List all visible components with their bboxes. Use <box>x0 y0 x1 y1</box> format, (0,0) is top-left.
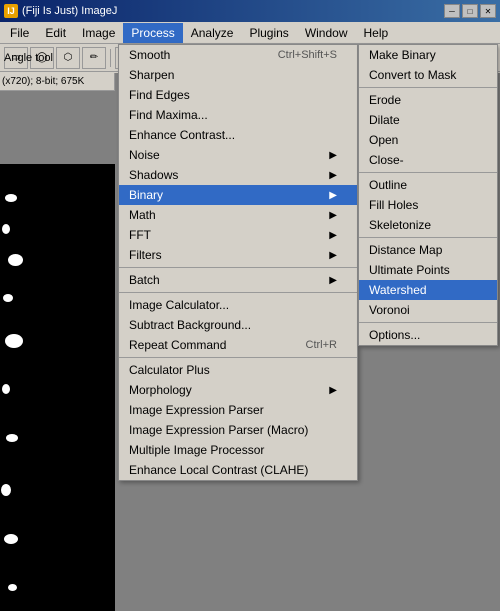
menu-file[interactable]: File <box>2 23 37 43</box>
binary-make-binary[interactable]: Make Binary <box>359 45 497 65</box>
binary-voronoi[interactable]: Voronoi <box>359 300 497 320</box>
menu-image-expr-parser[interactable]: Image Expression Parser <box>119 400 357 420</box>
binary-outline[interactable]: Outline <box>359 175 497 195</box>
maximize-button[interactable]: □ <box>462 4 478 18</box>
menu-clahe[interactable]: Enhance Local Contrast (CLAHE) <box>119 460 357 480</box>
binary-erode[interactable]: Erode <box>359 90 497 110</box>
menu-plugins[interactable]: Plugins <box>241 23 296 43</box>
menu-process[interactable]: Process <box>123 23 182 43</box>
menu-morphology[interactable]: Morphology ▶ <box>119 380 357 400</box>
binary-submenu: Make Binary Convert to Mask Erode Dilate… <box>358 44 498 346</box>
binary-separator-1 <box>359 87 497 88</box>
menu-subtract-background[interactable]: Subtract Background... <box>119 315 357 335</box>
binary-fill-holes[interactable]: Fill Holes <box>359 195 497 215</box>
binary-separator-4 <box>359 322 497 323</box>
menu-separator-3 <box>119 357 357 358</box>
status-bar: (x720); 8-bit; 675K <box>0 73 115 91</box>
binary-separator-3 <box>359 237 497 238</box>
menu-image-calculator[interactable]: Image Calculator... <box>119 295 357 315</box>
menu-help[interactable]: Help <box>356 23 397 43</box>
tool-polygon[interactable]: ⬡ <box>56 47 80 69</box>
image-canvas <box>0 164 115 611</box>
menu-analyze[interactable]: Analyze <box>183 23 242 43</box>
menu-find-maxima[interactable]: Find Maxima... <box>119 105 357 125</box>
binary-options[interactable]: Options... <box>359 325 497 345</box>
binary-convert-to-mask[interactable]: Convert to Mask <box>359 65 497 85</box>
menu-math[interactable]: Math ▶ <box>119 205 357 225</box>
binary-skeletonize[interactable]: Skeletonize <box>359 215 497 235</box>
toolbar-divider-1 <box>110 49 111 67</box>
menu-noise[interactable]: Noise ▶ <box>119 145 357 165</box>
window-controls: ─ □ ✕ <box>444 4 496 18</box>
title-bar-left: IJ (Fiji Is Just) ImageJ <box>4 4 117 18</box>
binary-close[interactable]: Close- <box>359 150 497 170</box>
menu-filters[interactable]: Filters ▶ <box>119 245 357 265</box>
menu-shadows[interactable]: Shadows ▶ <box>119 165 357 185</box>
menu-enhance-contrast[interactable]: Enhance Contrast... <box>119 125 357 145</box>
binary-dilate[interactable]: Dilate <box>359 110 497 130</box>
menu-sharpen[interactable]: Sharpen <box>119 65 357 85</box>
close-button[interactable]: ✕ <box>480 4 496 18</box>
tool-freehand[interactable]: ✏ <box>82 47 106 69</box>
window-title: (Fiji Is Just) ImageJ <box>22 5 117 17</box>
menu-binary[interactable]: Binary ▶ <box>119 185 357 205</box>
binary-ultimate-points[interactable]: Ultimate Points <box>359 260 497 280</box>
menu-image-expr-parser-macro[interactable]: Image Expression Parser (Macro) <box>119 420 357 440</box>
coords-display: (x720); 8-bit; 675K <box>2 76 84 87</box>
menu-separator-1 <box>119 267 357 268</box>
menu-calculator-plus[interactable]: Calculator Plus <box>119 360 357 380</box>
process-menu: Smooth Ctrl+Shift+S Sharpen Find Edges F… <box>118 44 358 481</box>
angle-label: Angle tool <box>4 52 53 64</box>
menu-multiple-image-processor[interactable]: Multiple Image Processor <box>119 440 357 460</box>
menu-image[interactable]: Image <box>74 23 123 43</box>
app-icon: IJ <box>4 4 18 18</box>
menu-separator-2 <box>119 292 357 293</box>
menu-batch[interactable]: Batch ▶ <box>119 270 357 290</box>
menu-repeat-command[interactable]: Repeat Command Ctrl+R <box>119 335 357 355</box>
menu-find-edges[interactable]: Find Edges <box>119 85 357 105</box>
title-bar: IJ (Fiji Is Just) ImageJ ─ □ ✕ <box>0 0 500 22</box>
binary-open[interactable]: Open <box>359 130 497 150</box>
menu-window[interactable]: Window <box>297 23 356 43</box>
binary-distance-map[interactable]: Distance Map <box>359 240 497 260</box>
menu-edit[interactable]: Edit <box>37 23 74 43</box>
minimize-button[interactable]: ─ <box>444 4 460 18</box>
menu-smooth[interactable]: Smooth Ctrl+Shift+S <box>119 45 357 65</box>
menu-bar: File Edit Image Process Analyze Plugins … <box>0 22 500 44</box>
binary-watershed[interactable]: Watershed <box>359 280 497 300</box>
binary-separator-2 <box>359 172 497 173</box>
menu-fft[interactable]: FFT ▶ <box>119 225 357 245</box>
